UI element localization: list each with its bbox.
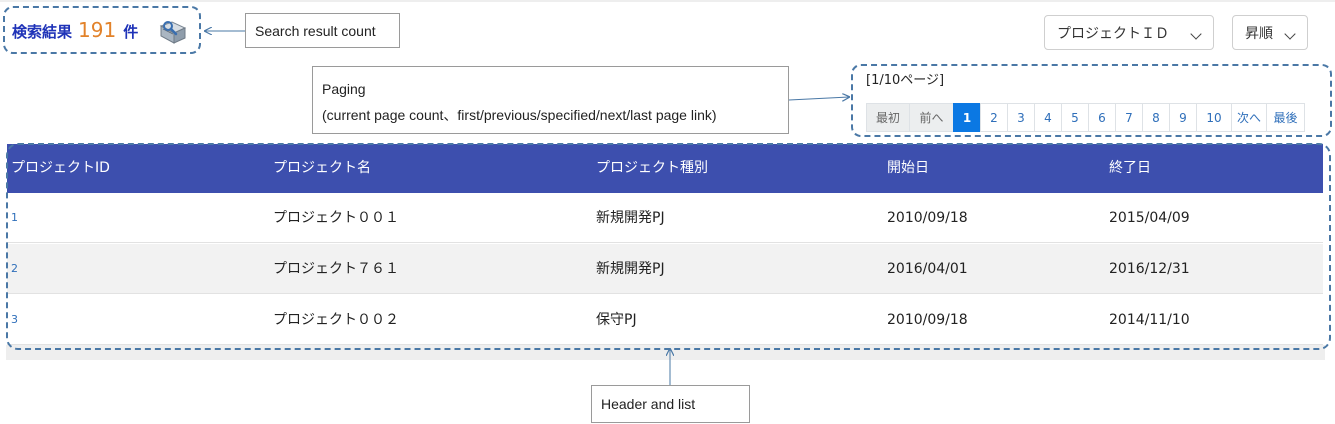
sort-field-select[interactable]: プロジェクトＩＤ xyxy=(1044,15,1214,50)
search-count-label: 検索結果 xyxy=(12,23,73,41)
table-callout-text: Header and list xyxy=(601,396,696,412)
page-number-button[interactable]: 5 xyxy=(1061,103,1089,132)
sort-order-select[interactable]: 昇順 xyxy=(1232,15,1308,50)
page-last-button[interactable]: 最後 xyxy=(1266,103,1305,132)
chevron-down-icon xyxy=(1190,28,1202,40)
top-border xyxy=(0,0,1335,2)
page-prev-button[interactable]: 前へ xyxy=(909,103,954,132)
page-first-button[interactable]: 最初 xyxy=(866,103,910,132)
page-number-button[interactable]: 3 xyxy=(1007,103,1035,132)
page-number-button[interactable]: 7 xyxy=(1115,103,1143,132)
page-number-button[interactable]: 9 xyxy=(1169,103,1197,132)
page-number-button[interactable]: 1 xyxy=(953,103,981,132)
search-count-callout: Search result count xyxy=(245,13,400,48)
paging-callout-title: Paging xyxy=(322,81,366,97)
pagination: 最初 前へ 1 2 3 4 5 6 7 8 9 10 次へ 最後 xyxy=(866,103,1305,132)
search-count-callout-text: Search result count xyxy=(255,23,376,39)
page-number-button[interactable]: 10 xyxy=(1196,103,1232,132)
sort-order-value: 昇順 xyxy=(1245,25,1273,42)
page-number-button[interactable]: 6 xyxy=(1088,103,1116,132)
page-number-button[interactable]: 2 xyxy=(980,103,1008,132)
search-count-number: 191 xyxy=(78,18,117,42)
chevron-down-icon xyxy=(1284,28,1296,40)
table-callout: Header and list xyxy=(591,385,750,423)
search-count-unit: 件 xyxy=(123,23,139,41)
page-next-button[interactable]: 次へ xyxy=(1231,103,1267,132)
sort-field-value: プロジェクトＩＤ xyxy=(1057,25,1169,42)
paging-callout-desc: (current page count、first/previous/speci… xyxy=(322,107,717,123)
search-count: 検索結果 191 件 xyxy=(12,18,138,42)
table-highlight xyxy=(6,143,1331,350)
page-info: [1/10ページ] xyxy=(866,73,945,88)
book-search-icon xyxy=(159,21,187,44)
paging-callout: Paging (current page count、first/previou… xyxy=(312,66,789,134)
page-number-button[interactable]: 4 xyxy=(1034,103,1062,132)
page-number-button[interactable]: 8 xyxy=(1142,103,1170,132)
